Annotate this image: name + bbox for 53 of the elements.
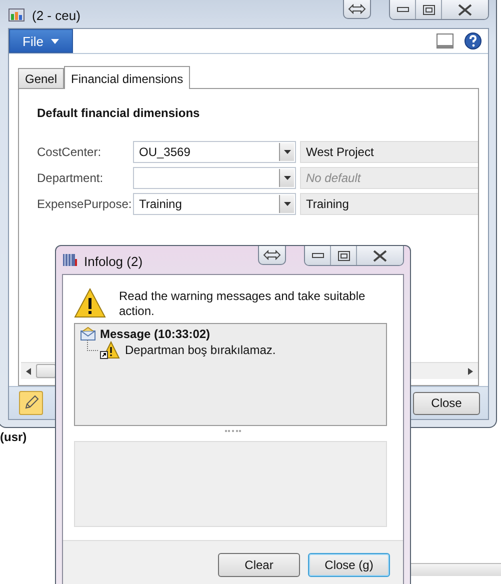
warning-icon xyxy=(100,341,120,359)
infolog-icon xyxy=(62,253,78,267)
close-button[interactable] xyxy=(357,246,403,265)
caret-icon xyxy=(51,38,60,44)
dropdown-icon xyxy=(284,202,290,206)
scrollbar-thumb[interactable] xyxy=(36,364,56,378)
dropdown-icon xyxy=(284,176,290,180)
minimize-icon xyxy=(396,6,408,12)
edit-button[interactable] xyxy=(19,391,43,415)
prompt-text: Read the warning messages and take suitable action. xyxy=(119,289,366,319)
splitter-handle[interactable] xyxy=(225,430,241,435)
left-arrow-icon[interactable] xyxy=(26,368,31,374)
minimize-button[interactable] xyxy=(390,0,416,19)
dialog-title: Infolog (2) xyxy=(84,254,143,269)
close-button[interactable] xyxy=(442,0,488,19)
maximize-button[interactable] xyxy=(416,0,442,19)
tab[interactable]: Financial dimensions xyxy=(64,66,190,89)
combo-box[interactable]: OU_3569 xyxy=(133,141,296,163)
panel-icon[interactable] xyxy=(436,33,454,49)
description-field: Training xyxy=(300,193,478,215)
right-arrow-icon[interactable] xyxy=(468,368,473,374)
help-icon[interactable] xyxy=(464,32,482,50)
resize-button[interactable] xyxy=(343,0,371,19)
combo-box[interactable]: Training xyxy=(133,193,296,215)
maximize-button[interactable] xyxy=(331,246,357,265)
field-label: CostCenter: xyxy=(37,145,102,159)
message-title[interactable]: Message (10:33:02) xyxy=(100,327,210,341)
close-icon xyxy=(458,4,472,16)
minimize-icon xyxy=(312,252,324,258)
description-field: West Project xyxy=(300,141,478,163)
minimize-button[interactable] xyxy=(305,246,331,265)
close-button[interactable]: Close xyxy=(413,392,480,414)
dialog-button[interactable]: Close (g) xyxy=(308,553,390,577)
window-title: (2 - ceu) xyxy=(32,8,80,23)
dialog-button[interactable]: Clear xyxy=(218,553,300,577)
field-label: ExpensePurpose: xyxy=(37,197,129,211)
double-arrow-icon xyxy=(348,4,366,14)
field-label: Department: xyxy=(37,171,104,185)
dropdown-icon xyxy=(284,150,290,154)
section-title: Default financial dimensions xyxy=(37,106,201,120)
resize-button[interactable] xyxy=(258,246,286,265)
description-field: No default xyxy=(300,167,478,189)
close-icon xyxy=(373,250,387,262)
file-menu[interactable]: File xyxy=(9,29,73,53)
background-text: (usr) xyxy=(0,430,27,444)
tab[interactable]: Genel xyxy=(18,68,64,88)
maximize-icon xyxy=(422,4,434,14)
maximize-icon xyxy=(338,250,350,260)
warning-icon xyxy=(74,288,106,318)
app-icon xyxy=(8,7,26,23)
double-arrow-icon xyxy=(263,250,281,260)
message-text[interactable]: Departman boş bırakılamaz. xyxy=(125,343,276,357)
pencil-icon xyxy=(23,395,39,411)
